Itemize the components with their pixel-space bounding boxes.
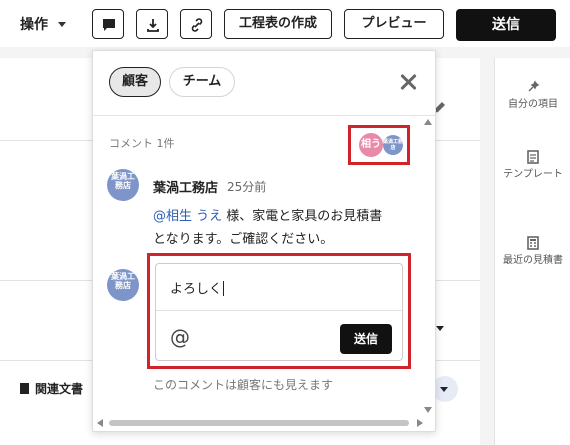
text-cursor <box>223 281 225 296</box>
comment-input[interactable]: よろしく @ 送信 <box>155 263 403 361</box>
related-docs-text: 関連文書 <box>35 382 84 396</box>
comment-count: コメント 1件 <box>109 137 175 150</box>
comment-text: 様、家電と家具のお見積書 <box>222 209 383 224</box>
download-icon <box>147 19 159 32</box>
panel-divider <box>93 115 435 116</box>
participant-avatar[interactable]: 葉渦工務店 <box>383 135 403 155</box>
author-avatar: 葉渦工務店 <box>107 169 139 201</box>
comment-input-value: よろしく <box>170 282 223 297</box>
comments-panel: 顧客 チーム コメント 1件 相う 葉渦工務店 葉渦工務店 葉渦工務店 25分前… <box>92 50 436 432</box>
participant-avatar[interactable]: 相う <box>359 133 383 157</box>
operations-menu[interactable]: 操作 <box>20 14 66 34</box>
visibility-note: このコメントは顧客にも見えます <box>153 378 334 392</box>
scroll-down-arrow[interactable] <box>424 407 432 413</box>
composer-avatar: 葉渦工務店 <box>107 269 139 301</box>
comment-body-line2: となります。ご確認ください。 <box>153 232 334 247</box>
comment-icon <box>103 19 115 31</box>
chevron-down-icon <box>58 22 66 27</box>
sparkle-icon <box>528 80 540 92</box>
rail-item-templates[interactable]: テンプレート <box>495 150 570 181</box>
send-button[interactable]: 送信 <box>456 9 556 41</box>
scroll-up-arrow[interactable] <box>424 119 432 125</box>
input-divider <box>156 310 402 311</box>
close-icon[interactable] <box>399 73 417 91</box>
comment-input-text[interactable]: よろしく <box>170 278 225 297</box>
rail-item-label: テンプレート <box>503 169 563 180</box>
comment-author: 葉渦工務店 <box>153 181 219 196</box>
scroll-left-arrow[interactable] <box>97 419 103 427</box>
rail-item-label: 最近の見積書 <box>503 255 563 266</box>
document-icon <box>20 383 29 394</box>
mention-button[interactable]: @ <box>170 325 190 349</box>
download-button[interactable] <box>136 9 168 39</box>
tab-team[interactable]: チーム <box>169 67 235 97</box>
rail-item-my-items[interactable]: 自分の項目 <box>495 80 570 111</box>
mention-link[interactable]: @相生 うえ <box>153 209 222 224</box>
chevron-down-icon <box>440 387 448 392</box>
calculator-icon <box>527 236 539 250</box>
template-icon <box>527 150 539 164</box>
rail-item-label: 自分の項目 <box>508 99 558 110</box>
chevron-down-icon[interactable] <box>436 326 444 331</box>
horizontal-scrollbar[interactable] <box>109 420 409 426</box>
preview-button[interactable]: プレビュー <box>344 9 444 39</box>
tab-customer[interactable]: 顧客 <box>109 67 161 97</box>
comment-button[interactable] <box>92 9 124 39</box>
comment-timestamp: 25分前 <box>227 180 267 194</box>
comment-send-button[interactable]: 送信 <box>340 324 392 354</box>
scroll-right-arrow[interactable] <box>417 419 423 427</box>
link-button[interactable] <box>180 9 212 39</box>
operations-label: 操作 <box>20 17 48 33</box>
toolbar: 操作 工程表の作成 プレビュー 送信 <box>0 0 570 47</box>
link-icon <box>191 18 203 32</box>
create-schedule-button[interactable]: 工程表の作成 <box>224 9 332 39</box>
comment-body-line1: @相生 うえ 様、家電と家具のお見積書 <box>153 205 382 224</box>
right-rail: 自分の項目 テンプレート 最近の見積書 <box>494 58 570 445</box>
related-docs-label: 関連文書 <box>20 380 83 397</box>
rail-item-recent-estimates[interactable]: 最近の見積書 <box>495 236 570 267</box>
